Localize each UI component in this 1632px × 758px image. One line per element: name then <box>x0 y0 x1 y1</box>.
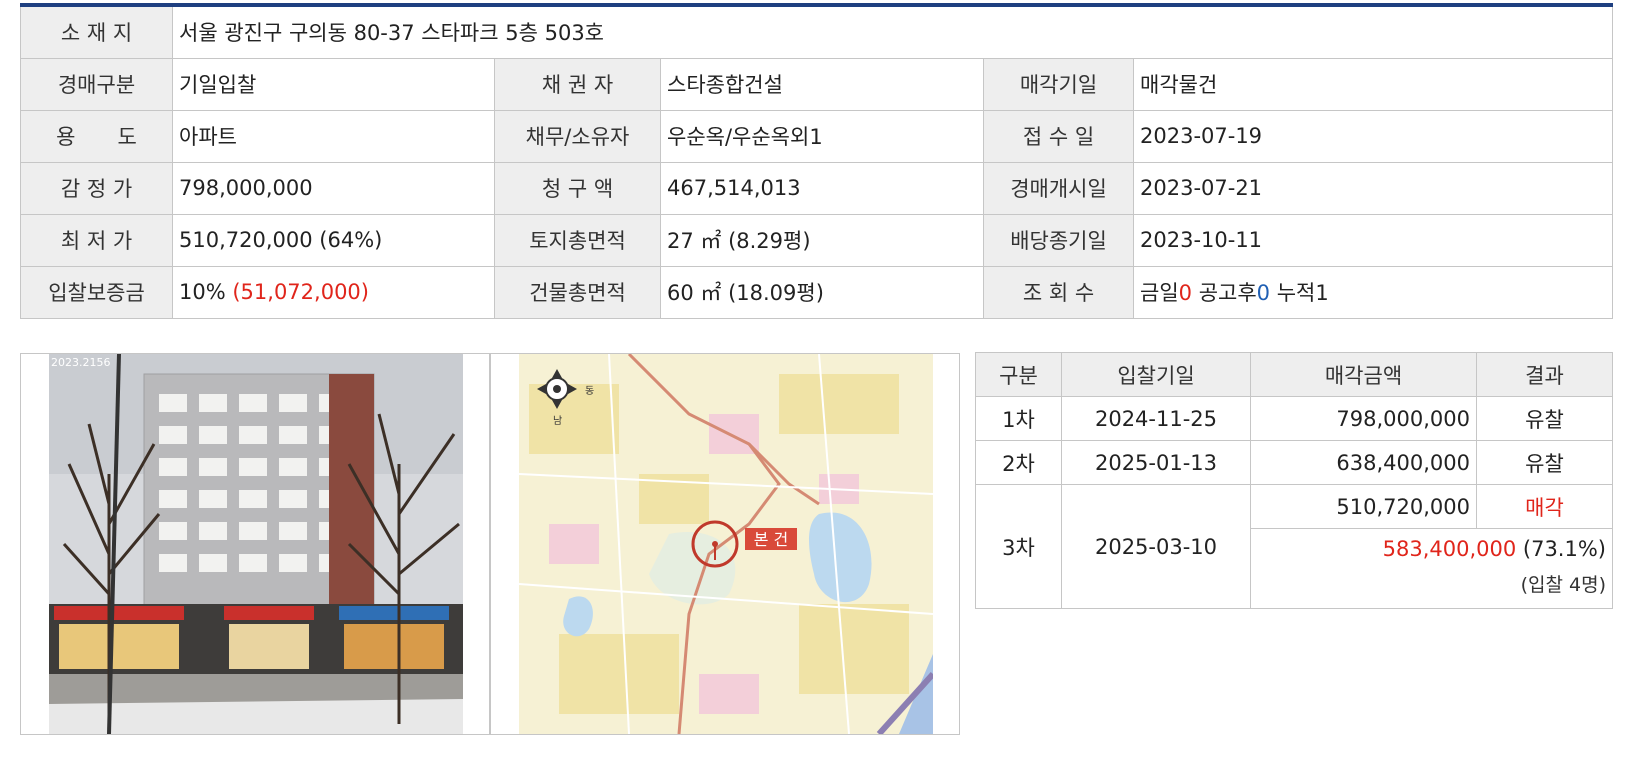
bid-amount: 798,000,000 <box>1250 396 1477 441</box>
header-amount: 매각금액 <box>1250 352 1477 397</box>
usage-value: 아파트 <box>172 109 495 163</box>
auction-type-label: 경매구분 <box>20 57 173 111</box>
bid-row: 2차 2025-01-13 638,400,000 유찰 <box>975 440 1613 485</box>
land-area-label: 토지총면적 <box>494 213 661 267</box>
bid-result-sold: 매각 <box>1476 484 1613 529</box>
building-photo-image: 2023.2156 <box>49 354 463 734</box>
deposit-amount: (51,072,000) <box>232 280 369 304</box>
dividend-date-label: 배당종기일 <box>983 213 1134 267</box>
bid-date: 2024-11-25 <box>1061 396 1251 441</box>
bid-history-table: 구분 입찰기일 매각금액 결과 1차 2024-11-25 798,000,00… <box>975 352 1613 609</box>
bid-amount: 638,400,000 <box>1250 440 1477 485</box>
building-area-value: 60 ㎡ (18.09평) <box>660 265 984 319</box>
debtor-label: 채무/소유자 <box>494 109 661 163</box>
debtor-value: 우순옥/우순옥외1 <box>660 109 984 163</box>
bid-table-header: 구분 입찰기일 매각금액 결과 <box>975 352 1613 397</box>
deposit-label: 입찰보증금 <box>20 265 173 319</box>
min-price-value: 510,720,000 (64%) <box>172 213 495 267</box>
auction-type-value: 기일입찰 <box>172 57 495 111</box>
location-value: 서울 광진구 구의동 80-37 스타파크 5층 503호 <box>171 4 1614 59</box>
bid-date: 2025-01-13 <box>1061 440 1251 485</box>
views-today-label: 금일 <box>1140 281 1179 305</box>
start-date-value: 2023-07-21 <box>1132 161 1614 215</box>
building-photo[interactable]: 2023.2156 <box>20 353 490 735</box>
header-result: 결과 <box>1476 352 1613 397</box>
sale-date-label: 매각기일 <box>983 57 1134 111</box>
photo-stamp: 2023.2156 <box>51 356 111 369</box>
info-row-2: 경매구분 기일입찰 채 권 자 스타종합건설 매각기일 매각물건 <box>20 57 1614 111</box>
views-label: 조 회 수 <box>983 265 1134 319</box>
views-total-label: 누적 <box>1270 281 1316 305</box>
auction-info-table: 소 재 지 서울 광진구 구의동 80-37 스타파크 5층 503호 경매구분… <box>20 3 1614 319</box>
winning-amount: 583,400,000 <box>1382 537 1517 561</box>
claim-label: 청 구 액 <box>494 161 661 215</box>
creditor-label: 채 권 자 <box>494 57 661 111</box>
header-round: 구분 <box>975 352 1062 397</box>
bid-amount: 510,720,000 <box>1250 484 1477 529</box>
bidder-count: (입찰 4명) <box>1520 574 1606 596</box>
views-today-count: 0 <box>1178 281 1193 305</box>
svg-text:남: 남 <box>553 415 562 427</box>
bid-round: 1차 <box>975 396 1062 441</box>
winning-rate: (73.1%) <box>1516 537 1606 561</box>
header-date: 입찰기일 <box>1061 352 1251 397</box>
map-marker-label: 본 건 <box>754 530 789 549</box>
appraisal-value: 798,000,000 <box>172 161 495 215</box>
info-row-4: 감 정 가 798,000,000 청 구 액 467,514,013 경매개시… <box>20 161 1614 215</box>
views-after-count: 0 <box>1256 281 1271 305</box>
building-area-label: 건물총면적 <box>494 265 661 319</box>
land-area-value: 27 ㎡ (8.29평) <box>660 213 984 267</box>
bid-round: 2차 <box>975 440 1062 485</box>
bid-row: 3차 2025-03-10 510,720,000 매각 <box>975 484 1613 609</box>
location-label: 소 재 지 <box>20 4 173 59</box>
bid-row: 1차 2024-11-25 798,000,000 유찰 <box>975 396 1613 441</box>
deposit-percent: 10% <box>179 280 233 304</box>
views-value: 금일0 공고후0 누적1 <box>1132 265 1614 319</box>
svg-text:동: 동 <box>585 385 594 397</box>
bid-date: 2025-03-10 <box>1061 484 1251 609</box>
bid-result: 유찰 <box>1476 396 1613 441</box>
info-row-5: 최 저 가 510,720,000 (64%) 토지총면적 27 ㎡ (8.29… <box>20 213 1614 267</box>
info-row-3: 용 도 아파트 채무/소유자 우순옥/우순옥외1 접 수 일 2023-07-1… <box>20 109 1614 163</box>
views-after-label: 공고후 <box>1192 281 1257 305</box>
creditor-value: 스타종합건설 <box>660 57 984 111</box>
winning-bid: 583,400,000 (73.1%) (입찰 4명) <box>1250 528 1613 609</box>
info-row-6: 입찰보증금 10% (51,072,000) 건물총면적 60 ㎡ (18.09… <box>20 265 1614 319</box>
dividend-date-value: 2023-10-11 <box>1132 213 1614 267</box>
views-total-count: 1 <box>1315 281 1329 305</box>
min-price-label: 최 저 가 <box>20 213 173 267</box>
bid-result: 유찰 <box>1476 440 1613 485</box>
deposit-value: 10% (51,072,000) <box>172 265 495 319</box>
location-map[interactable]: 본 건 동 남 <box>490 353 960 735</box>
location-map-image: 본 건 동 남 <box>519 354 933 734</box>
receipt-date-value: 2023-07-19 <box>1132 109 1614 163</box>
start-date-label: 경매개시일 <box>983 161 1134 215</box>
usage-label: 용 도 <box>20 109 173 163</box>
info-row-location: 소 재 지 서울 광진구 구의동 80-37 스타파크 5층 503호 <box>20 4 1614 59</box>
sale-date-value: 매각물건 <box>1132 57 1614 111</box>
appraisal-label: 감 정 가 <box>20 161 173 215</box>
receipt-date-label: 접 수 일 <box>983 109 1134 163</box>
claim-value: 467,514,013 <box>660 161 984 215</box>
bid-round: 3차 <box>975 484 1062 609</box>
